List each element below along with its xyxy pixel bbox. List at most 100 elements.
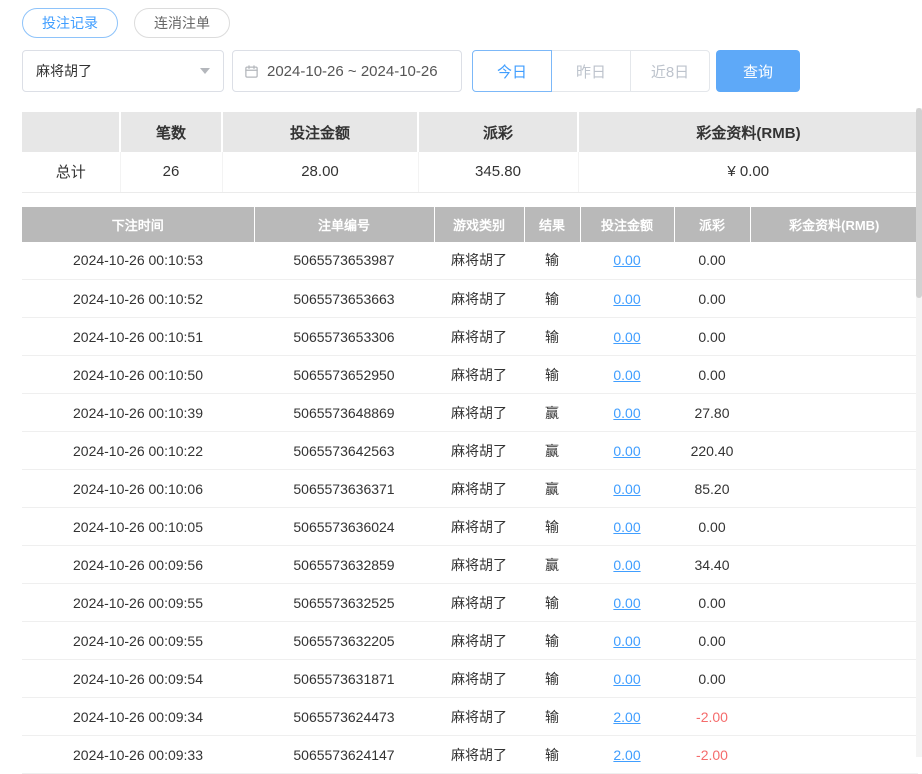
today-button[interactable]: 今日 <box>472 50 552 92</box>
summary-header-payout: 派彩 <box>418 112 578 152</box>
game-type-cell: 麻将胡了 <box>434 242 524 280</box>
summary-total-row: 总计 26 28.00 345.80 ¥ 0.00 <box>22 152 918 192</box>
summary-count-value: 26 <box>120 152 222 192</box>
bet-amount-link[interactable]: 0.00 <box>613 633 640 649</box>
betting-records-page: 投注记录 连消注单 麻将胡了 2024-10-26 ~ 2024-10-26 今… <box>0 0 918 774</box>
table-row: 2024-10-26 00:10:535065573653987麻将胡了输0.0… <box>22 242 918 280</box>
summary-header-row: 笔数 投注金额 派彩 彩金资料(RMB) <box>22 112 918 152</box>
bet-amount-link[interactable]: 2.00 <box>613 747 640 763</box>
table-row: 2024-10-26 00:10:065065573636371麻将胡了赢 0.0… <box>22 470 918 508</box>
bet-amount-link[interactable]: 0.00 <box>613 252 640 268</box>
bet-amount-link[interactable]: 0.00 <box>613 519 640 535</box>
bonus-cell <box>750 432 918 470</box>
header-order-id: 注单编号 <box>254 207 434 242</box>
order-id-cell: 5065573653987 <box>254 242 434 280</box>
bet-amount-cell: 0.00 <box>580 546 674 584</box>
game-select[interactable]: 麻将胡了 <box>22 50 224 92</box>
result-cell: 赢 <box>524 432 580 470</box>
top-tabs: 投注记录 连消注单 <box>22 8 918 38</box>
summary-payout-value: 345.80 <box>418 152 578 192</box>
order-id-cell: 5065573652950 <box>254 356 434 394</box>
bet-amount-link[interactable]: 0.00 <box>613 405 640 421</box>
payout-cell: 0.00 <box>674 508 750 546</box>
order-id-cell: 5065573653306 <box>254 318 434 356</box>
game-type-cell: 麻将胡了 <box>434 318 524 356</box>
order-id-cell: 5065573632525 <box>254 584 434 622</box>
result-cell: 输 <box>524 356 580 394</box>
bet-time-cell: 2024-10-26 00:09:55 <box>22 622 254 660</box>
game-type-cell: 麻将胡了 <box>434 470 524 508</box>
bet-amount-link[interactable]: 0.00 <box>613 291 640 307</box>
bet-amount-cell: 2.00 <box>580 698 674 736</box>
bet-amount-cell: 0.00 <box>580 356 674 394</box>
game-type-cell: 麻将胡了 <box>434 394 524 432</box>
header-result: 结果 <box>524 207 580 242</box>
bet-time-cell: 2024-10-26 00:09:56 <box>22 546 254 584</box>
records-header-row: 下注时间 注单编号 游戏类别 结果 投注金额 派彩 彩金资料(RMB) <box>22 207 918 242</box>
bet-amount-link[interactable]: 0.00 <box>613 595 640 611</box>
header-bet-amount: 投注金额 <box>580 207 674 242</box>
bet-amount-link[interactable]: 0.00 <box>613 443 640 459</box>
bonus-cell <box>750 736 918 774</box>
result-cell: 输 <box>524 660 580 698</box>
bet-amount-link[interactable]: 0.00 <box>613 671 640 687</box>
order-id-cell: 5065573636371 <box>254 470 434 508</box>
order-id-cell: 5065573631871 <box>254 660 434 698</box>
bet-time-cell: 2024-10-26 00:10:05 <box>22 508 254 546</box>
payout-cell: -2.00 <box>674 736 750 774</box>
bet-amount-cell: 0.00 <box>580 432 674 470</box>
order-id-cell: 5065573636024 <box>254 508 434 546</box>
game-type-cell: 麻将胡了 <box>434 660 524 698</box>
last8days-button[interactable]: 近8日 <box>630 50 710 92</box>
bet-time-cell: 2024-10-26 00:10:06 <box>22 470 254 508</box>
date-range-picker[interactable]: 2024-10-26 ~ 2024-10-26 <box>232 50 462 92</box>
bet-amount-link[interactable]: 0.00 <box>613 557 640 573</box>
tab-betting-records[interactable]: 投注记录 <box>22 8 118 38</box>
bet-amount-link[interactable]: 0.00 <box>613 481 640 497</box>
bonus-cell <box>750 660 918 698</box>
result-cell: 输 <box>524 280 580 318</box>
order-id-cell: 5065573632859 <box>254 546 434 584</box>
bet-time-cell: 2024-10-26 00:10:22 <box>22 432 254 470</box>
payout-cell: -2.00 <box>674 698 750 736</box>
game-select-value: 麻将胡了 <box>36 61 92 81</box>
table-row: 2024-10-26 00:09:555065573632205麻将胡了输0.0… <box>22 622 918 660</box>
bet-amount-link[interactable]: 2.00 <box>613 709 640 725</box>
table-row: 2024-10-26 00:10:395065573648869麻将胡了赢0.0… <box>22 394 918 432</box>
bet-amount-link[interactable]: 0.00 <box>613 367 640 383</box>
order-id-cell: 5065573624147 <box>254 736 434 774</box>
summary-header-count: 笔数 <box>120 112 222 152</box>
game-type-cell: 麻将胡了 <box>434 622 524 660</box>
scrollbar[interactable] <box>916 108 922 757</box>
bonus-cell <box>750 280 918 318</box>
game-type-cell: 麻将胡了 <box>434 280 524 318</box>
bet-amount-cell: 0.00 <box>580 318 674 356</box>
summary-bonus-value: ¥ 0.00 <box>578 152 918 192</box>
quick-date-buttons: 今日 昨日 近8日 <box>472 50 710 92</box>
order-id-cell: 5065573624473 <box>254 698 434 736</box>
scrollbar-thumb[interactable] <box>916 108 922 298</box>
bet-time-cell: 2024-10-26 00:09:55 <box>22 584 254 622</box>
result-cell: 输 <box>524 736 580 774</box>
bet-amount-cell: 0.00 <box>580 622 674 660</box>
bet-time-cell: 2024-10-26 00:10:39 <box>22 394 254 432</box>
bet-amount-cell: 2.00 <box>580 736 674 774</box>
bonus-cell <box>750 318 918 356</box>
yesterday-button[interactable]: 昨日 <box>551 50 631 92</box>
header-game-type: 游戏类别 <box>434 207 524 242</box>
payout-cell: 0.00 <box>674 356 750 394</box>
game-type-cell: 麻将胡了 <box>434 356 524 394</box>
table-row: 2024-10-26 00:10:505065573652950麻将胡了输0.0… <box>22 356 918 394</box>
bet-amount-link[interactable]: 0.00 <box>613 329 640 345</box>
tab-cancelled-orders[interactable]: 连消注单 <box>134 8 230 38</box>
result-cell: 赢 <box>524 470 580 508</box>
filter-bar: 麻将胡了 2024-10-26 ~ 2024-10-26 今日 昨日 近8日 查… <box>22 50 918 92</box>
header-payout: 派彩 <box>674 207 750 242</box>
table-row: 2024-10-26 00:10:225065573642563麻将胡了赢0.0… <box>22 432 918 470</box>
game-type-cell: 麻将胡了 <box>434 736 524 774</box>
bet-amount-cell: 0.00 <box>580 508 674 546</box>
payout-cell: 0.00 <box>674 584 750 622</box>
result-cell: 输 <box>524 318 580 356</box>
result-cell: 输 <box>524 242 580 280</box>
query-button[interactable]: 查询 <box>716 50 800 92</box>
